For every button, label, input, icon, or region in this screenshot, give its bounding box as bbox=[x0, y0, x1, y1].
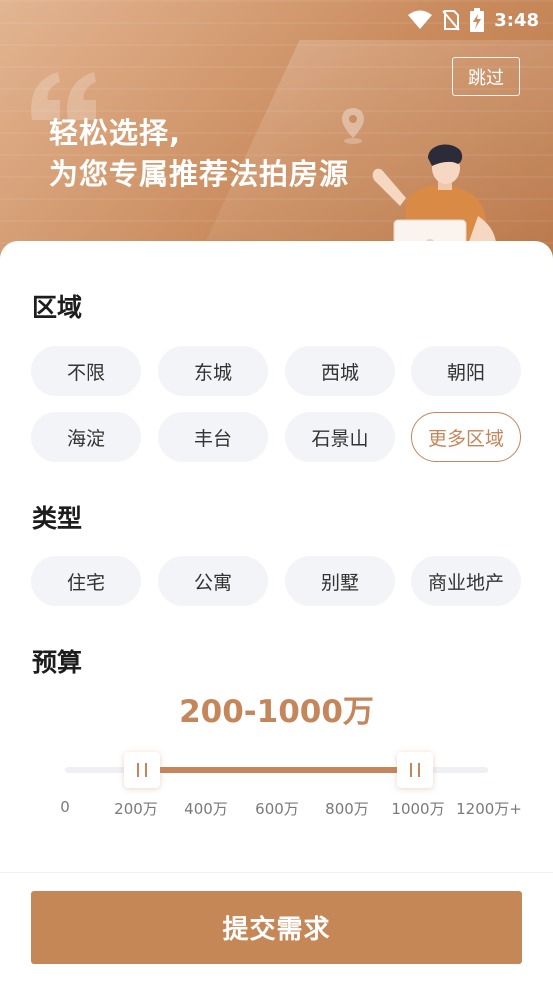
budget-tick-label: 0 bbox=[60, 798, 70, 816]
status-time: 3:48 bbox=[494, 9, 539, 31]
district-chip-xicheng[interactable]: 西城 bbox=[285, 346, 395, 396]
district-chip-shijingshan[interactable]: 石景山 bbox=[285, 412, 395, 462]
no-sim-icon bbox=[442, 10, 460, 31]
district-chip-fengtai[interactable]: 丰台 bbox=[158, 412, 268, 462]
hero-headline: 轻松选择, 为您专属推荐法拍房源 bbox=[49, 113, 349, 195]
battery-charging-icon bbox=[470, 8, 485, 32]
type-chip-villa[interactable]: 别墅 bbox=[285, 556, 395, 606]
type-chip-commercial[interactable]: 商业地产 bbox=[411, 556, 521, 606]
footer-divider bbox=[0, 872, 553, 873]
budget-tick-label: 600万 bbox=[255, 800, 299, 818]
headline-line-1: 轻松选择, bbox=[49, 116, 182, 150]
budget-tick-label: 200万 bbox=[114, 800, 158, 818]
location-pin-icon bbox=[342, 108, 364, 144]
type-chip-apartment[interactable]: 公寓 bbox=[158, 556, 268, 606]
type-title: 类型 bbox=[32, 504, 83, 533]
budget-title: 预算 bbox=[32, 648, 83, 677]
wifi-icon bbox=[408, 10, 433, 29]
budget-tick-label: 800万 bbox=[325, 800, 369, 818]
budget-slider-max-handle[interactable] bbox=[396, 752, 433, 788]
district-chip-haidian[interactable]: 海淀 bbox=[31, 412, 141, 462]
submit-request-button[interactable]: 提交需求 bbox=[31, 891, 522, 964]
status-bar: 3:48 bbox=[408, 8, 539, 32]
type-chip-residential[interactable]: 住宅 bbox=[31, 556, 141, 606]
district-chip-unlimited[interactable]: 不限 bbox=[31, 346, 141, 396]
district-title: 区域 bbox=[32, 293, 83, 322]
budget-range-value: 200-1000万 bbox=[179, 694, 374, 730]
budget-slider-min-handle[interactable] bbox=[123, 752, 160, 788]
budget-slider-selected-range bbox=[141, 767, 415, 773]
budget-tick-label: 1000万 bbox=[391, 800, 445, 818]
more-districts-button[interactable]: 更多区域 bbox=[411, 412, 521, 462]
budget-tick-label: 400万 bbox=[184, 800, 228, 818]
district-chip-dongcheng[interactable]: 东城 bbox=[158, 346, 268, 396]
skip-button[interactable]: 跳过 bbox=[452, 57, 520, 96]
district-chip-chaoyang[interactable]: 朝阳 bbox=[411, 346, 521, 396]
budget-tick-label: 1200万+ bbox=[456, 800, 522, 818]
headline-line-2: 为您专属推荐法拍房源 bbox=[49, 157, 350, 191]
